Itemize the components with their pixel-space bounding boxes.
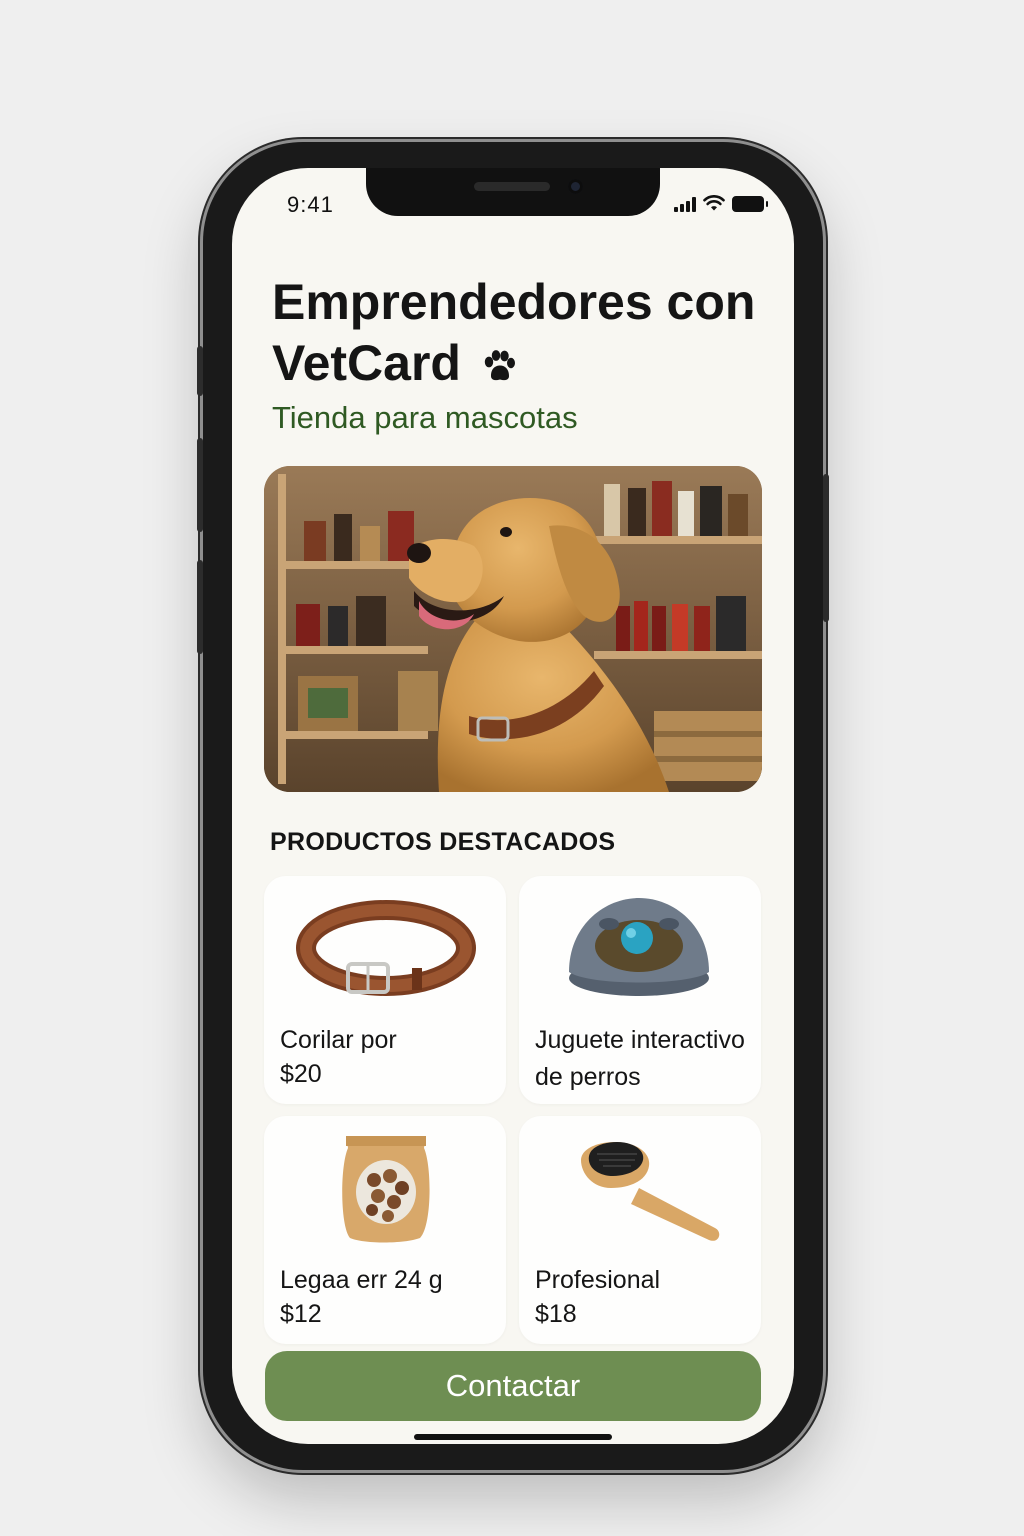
wifi-icon xyxy=(703,195,725,211)
product-name: Profesional xyxy=(535,1266,661,1294)
volume-down-button xyxy=(197,560,203,654)
status-icons xyxy=(674,194,768,212)
speaker-grille xyxy=(474,182,550,191)
status-time: 9:41 xyxy=(287,192,334,217)
notch xyxy=(366,168,660,216)
contact-button[interactable]: Contactar xyxy=(265,1351,761,1421)
product-card-collar[interactable]: Corilar por $20 xyxy=(264,876,506,1104)
power-button xyxy=(823,474,829,622)
subtitle: Tienda para mascotas xyxy=(272,400,578,435)
product-price: $18 xyxy=(535,1300,577,1328)
phone-frame: 9:41 Emprendedores con VetCard Tienda pa… xyxy=(197,142,829,1470)
section-title-featured: PRODUCTOS DESTACADOS xyxy=(270,828,616,856)
dog-photo-illustration xyxy=(264,466,762,792)
front-camera xyxy=(568,179,583,194)
silent-switch xyxy=(197,346,203,396)
product-name: Corilar por xyxy=(280,1026,397,1054)
product-name: Juguete interactivo de perros xyxy=(535,1026,745,1091)
hero-dog-image xyxy=(264,466,762,792)
cellular-signal-icon xyxy=(674,196,696,212)
page-title: Emprendedores con VetCard xyxy=(272,272,772,394)
treat-bag-icon xyxy=(264,1126,506,1256)
product-price: $20 xyxy=(280,1060,322,1088)
app-screen: 9:41 Emprendedores con VetCard Tienda pa… xyxy=(232,168,794,1444)
home-indicator[interactable] xyxy=(414,1434,612,1440)
product-card-treats[interactable]: Legaa err 24 g $12 xyxy=(264,1116,506,1344)
collar-icon xyxy=(264,886,506,1016)
grooming-brush-icon xyxy=(519,1126,761,1256)
product-card-brush[interactable]: Profesional $18 xyxy=(519,1116,761,1344)
product-card-toy[interactable]: Juguete interactivo de perros xyxy=(519,876,761,1104)
title-line-2: VetCard xyxy=(272,335,461,391)
product-price: $12 xyxy=(280,1300,322,1328)
paw-icon xyxy=(484,349,515,380)
dog-toy-icon xyxy=(519,886,761,1016)
volume-up-button xyxy=(197,438,203,532)
product-name: Legaa err 24 g xyxy=(280,1266,443,1294)
title-line-1: Emprendedores con xyxy=(272,274,756,330)
battery-icon xyxy=(732,196,768,212)
